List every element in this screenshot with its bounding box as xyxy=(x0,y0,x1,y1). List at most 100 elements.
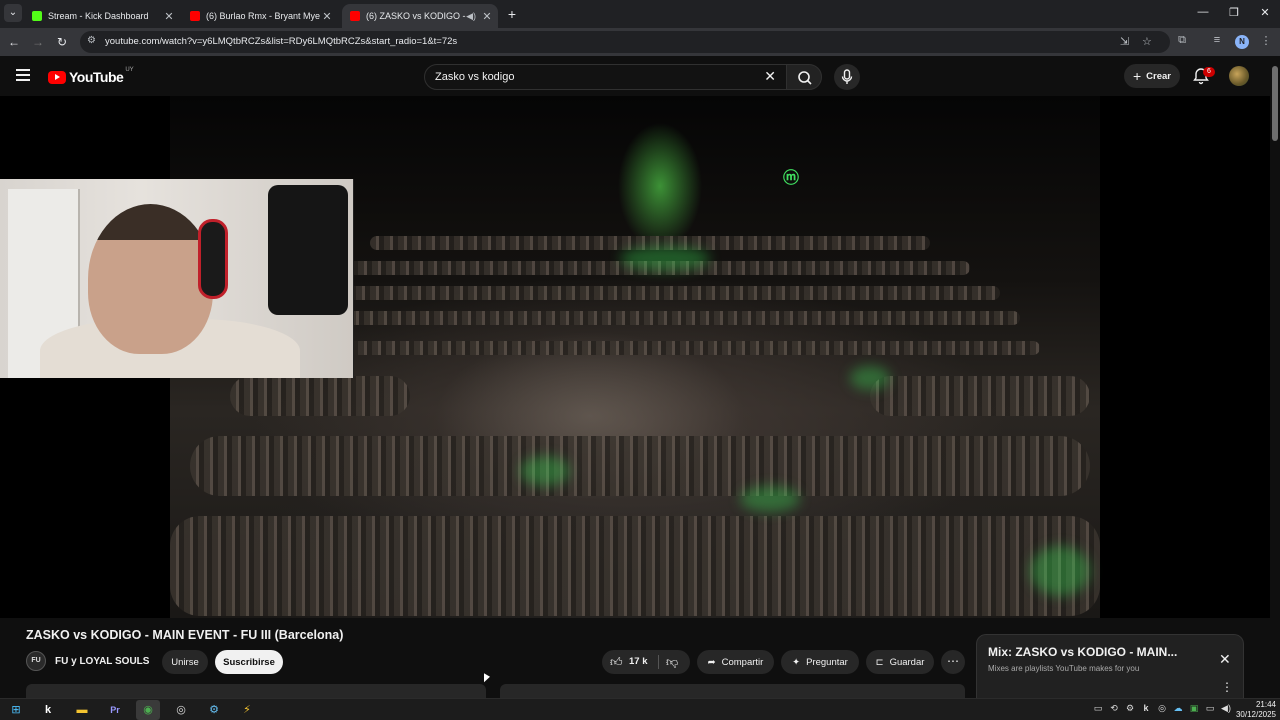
start-icon[interactable]: ⊞ xyxy=(4,700,28,720)
save-label: Guardar xyxy=(889,656,925,668)
tray-obs-icon[interactable]: ◎ xyxy=(1156,703,1168,714)
chrome-icon[interactable]: ◉ xyxy=(136,700,160,720)
media-control-icon[interactable]: ≡ xyxy=(1209,34,1225,46)
obs-icon[interactable]: ◎ xyxy=(169,700,193,720)
forward-icon[interactable]: → xyxy=(30,34,46,50)
mix-subtitle: Mixes are playlists YouTube makes for yo… xyxy=(988,664,1140,673)
install-app-icon[interactable]: ⇲ xyxy=(1120,35,1129,48)
page-scrollbar[interactable] xyxy=(1270,56,1280,698)
tab-title: (6) Burlao Rmx - Bryant Myers xyxy=(206,11,320,21)
dislike-icon[interactable]: 👎︎ xyxy=(666,655,678,670)
youtube-logo[interactable]: YouTube UY xyxy=(48,67,134,85)
share-button[interactable]: ➦ Compartir xyxy=(697,650,774,674)
tab-title: (6) ZASKO vs KODIGO - MAIN xyxy=(366,11,466,21)
country-code: UY xyxy=(125,67,134,73)
monster-logo-icon: ⓜ xyxy=(783,170,800,187)
youtube-favicon-icon xyxy=(190,11,200,21)
notification-count-badge: 6 xyxy=(1203,67,1215,77)
extensions-icon[interactable]: ⧉ xyxy=(1174,34,1190,47)
close-icon[interactable]: ✕ xyxy=(1219,651,1231,668)
voice-search-button[interactable] xyxy=(834,64,860,90)
video-title: ZASKO vs KODIGO - MAIN EVENT - FU III (B… xyxy=(26,628,344,642)
profile-avatar[interactable]: N xyxy=(1235,35,1249,49)
tray-steam-icon[interactable]: ☁ xyxy=(1172,703,1184,714)
tray-kick-icon[interactable]: k xyxy=(1140,703,1152,713)
like-dislike-group: 👍︎ 17 k 👎︎ xyxy=(602,650,690,674)
kebab-menu-icon[interactable]: ⋮ xyxy=(1221,680,1233,694)
kick-favicon-icon xyxy=(32,11,42,21)
ask-label: Preguntar xyxy=(806,656,848,668)
bookmark-star-icon[interactable]: ☆ xyxy=(1142,35,1152,48)
mix-title: Mix: ZASKO vs KODIGO - MAIN... xyxy=(988,645,1178,659)
restore-icon[interactable]: ❐ xyxy=(1224,6,1244,19)
microphone-icon xyxy=(841,69,853,84)
join-button[interactable]: Unirse xyxy=(162,650,208,674)
streamer-webcam-overlay xyxy=(0,179,354,378)
create-button[interactable]: + Crear xyxy=(1124,64,1180,88)
address-bar[interactable]: ⚙ youtube.com/watch?v=y6LMQtbRCZs&list=R… xyxy=(80,31,1170,53)
clear-search-icon[interactable]: ✕ xyxy=(764,68,776,85)
kick-icon[interactable]: k xyxy=(36,700,60,720)
youtube-masthead: YouTube UY Zasko vs kodigo ✕ + Crear 6 xyxy=(0,56,1280,96)
youtube-play-icon xyxy=(48,70,66,84)
like-count[interactable]: 17 k xyxy=(629,656,648,667)
browser-tab-strip: ⌄ Stream - Kick Dashboard ✕ (6) Burlao R… xyxy=(0,0,1280,28)
search-icon xyxy=(798,71,812,85)
account-avatar[interactable] xyxy=(1229,66,1249,86)
tab-zasko-vs-kodigo[interactable]: (6) ZASKO vs KODIGO - MAIN ◀) ✕ xyxy=(342,4,498,28)
clock-time: 21:44 xyxy=(1255,700,1276,709)
reload-icon[interactable]: ↻ xyxy=(54,34,70,50)
tab-kick-dashboard[interactable]: Stream - Kick Dashboard ✕ xyxy=(24,4,180,28)
url-text: youtube.com/watch?v=y6LMQtbRCZs&list=RDy… xyxy=(105,36,458,47)
taskbar-clock[interactable]: 21:44 30/12/2025 xyxy=(1232,700,1276,720)
channel-name[interactable]: FU y LOYAL SOULS xyxy=(55,656,149,667)
site-info-icon[interactable]: ⚙ xyxy=(87,35,96,46)
browser-toolbar: ← → ↻ ⚙ youtube.com/watch?v=y6LMQtbRCZs&… xyxy=(0,28,1280,56)
tray-display-icon[interactable]: ▭ xyxy=(1204,703,1216,714)
file-explorer-icon[interactable]: ▬ xyxy=(70,700,94,720)
chrome-menu-icon[interactable]: ⋮ xyxy=(1258,34,1274,47)
windows-taskbar: ⊞ k ▬ Pr ◉ ◎ ⚙ ⚡ ▭ ⟲ ⚙ k ◎ ☁ ▣ ▭ ◀) 21:4… xyxy=(0,698,1280,720)
create-label: Crear xyxy=(1146,70,1171,82)
join-label: Unirse xyxy=(171,656,199,668)
mouse-cursor xyxy=(484,673,490,686)
tray-arrow-icon[interactable]: ⟲ xyxy=(1108,703,1120,714)
video-player[interactable]: ⓜ xyxy=(0,96,1270,618)
ask-button[interactable]: ✦ Preguntar xyxy=(781,650,859,674)
save-button[interactable]: ⊏ Guardar xyxy=(866,650,934,674)
new-tab-button[interactable]: + xyxy=(504,6,520,22)
like-icon[interactable]: 👍︎ xyxy=(610,655,623,670)
tab-burlao-rmx[interactable]: (6) Burlao Rmx - Bryant Myers ✕ xyxy=(182,4,338,28)
window-close-icon[interactable]: ✕ xyxy=(1255,6,1275,19)
tab-search-icon[interactable]: ⌄ xyxy=(4,4,22,22)
tray-settings-icon[interactable]: ⚙ xyxy=(1124,703,1136,714)
premiere-icon[interactable]: Pr xyxy=(103,700,127,720)
hamburger-menu-icon[interactable] xyxy=(16,69,30,84)
subscribe-button[interactable]: Suscribirse xyxy=(215,650,283,674)
volume-icon[interactable]: ◀) xyxy=(1220,703,1232,714)
steam-icon[interactable]: ⚙ xyxy=(202,700,226,720)
youtube-favicon-icon xyxy=(350,11,360,21)
tab-close-icon[interactable]: ✕ xyxy=(162,10,176,23)
tab-title: Stream - Kick Dashboard xyxy=(48,11,149,21)
tab-close-icon[interactable]: ✕ xyxy=(320,10,334,23)
tray-network-icon[interactable]: ▭ xyxy=(1092,703,1104,714)
channel-avatar[interactable]: FU xyxy=(26,651,46,671)
tray-app-icon[interactable]: ▣ xyxy=(1188,703,1200,714)
search-button[interactable] xyxy=(786,64,822,90)
plus-icon: + xyxy=(1132,68,1142,84)
sparkle-icon: ✦ xyxy=(792,656,801,668)
tab-close-icon[interactable]: ✕ xyxy=(480,10,494,23)
comments-box[interactable] xyxy=(500,684,965,698)
share-label: Compartir xyxy=(721,656,764,668)
minimize-icon[interactable]: — xyxy=(1193,6,1213,18)
search-input[interactable]: Zasko vs kodigo ✕ xyxy=(424,64,787,90)
back-icon[interactable]: ← xyxy=(6,34,22,50)
mix-playlist-panel[interactable]: Mix: ZASKO vs KODIGO - MAIN... Mixes are… xyxy=(976,634,1244,698)
clock-date: 30/12/2025 xyxy=(1235,710,1276,719)
more-actions-icon[interactable]: ⋯ xyxy=(941,650,965,674)
speaker-icon[interactable]: ◀) xyxy=(466,11,476,22)
pinned-app-icon[interactable]: ⚡ xyxy=(235,700,259,720)
subscribe-label: Suscribirse xyxy=(223,656,275,668)
description-box[interactable] xyxy=(26,684,486,698)
